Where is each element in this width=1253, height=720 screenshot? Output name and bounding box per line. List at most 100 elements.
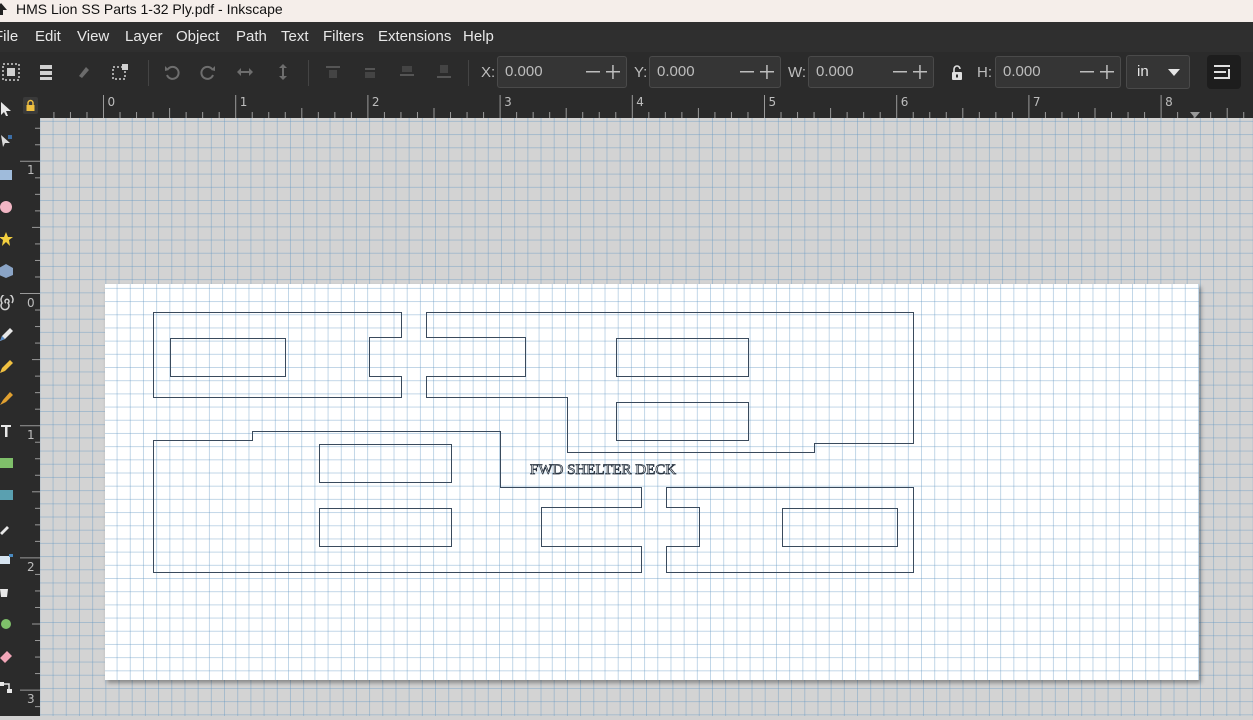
vertical-ruler-ticks bbox=[20, 127, 40, 708]
select-all-icon[interactable] bbox=[1, 62, 21, 82]
menubar: File Edit View Layer Object Path Text Fi… bbox=[0, 22, 1253, 52]
menu-object[interactable]: Object bbox=[176, 28, 219, 45]
rotate-ccw-icon[interactable] bbox=[162, 62, 182, 82]
circle-icon[interactable] bbox=[0, 199, 14, 215]
tool-controls-bar: X: 0.000 Y: 0.000 W: 0.000 H: 0.000 bbox=[0, 52, 1253, 94]
paint-bucket-icon[interactable] bbox=[0, 583, 14, 599]
part-label: FWD SHELTER DECK bbox=[530, 462, 676, 478]
menu-text[interactable]: Text bbox=[281, 28, 309, 45]
lock-icon bbox=[26, 99, 35, 111]
window-titlebar: HMS Lion SS Parts 1-32 Ply.pdf - Inkscap… bbox=[0, 0, 1253, 22]
ruler-label: 5 bbox=[768, 95, 777, 109]
drawing-layer: FWD SHELTER DECK bbox=[153, 312, 914, 573]
unit-value: in bbox=[1137, 63, 1149, 80]
toolbox bbox=[0, 93, 18, 716]
cutout-slot bbox=[616, 402, 749, 441]
horizontal-ruler[interactable] bbox=[40, 93, 1253, 118]
gradient-icon[interactable] bbox=[0, 455, 14, 471]
cutout-slot bbox=[319, 444, 452, 483]
lower-icon[interactable] bbox=[397, 62, 417, 82]
star-icon[interactable] bbox=[0, 231, 14, 247]
node-icon[interactable] bbox=[0, 133, 14, 149]
menu-filters[interactable]: Filters bbox=[323, 28, 364, 45]
toolbar-separator bbox=[468, 60, 469, 86]
w-label: W: bbox=[788, 64, 807, 81]
menu-file[interactable]: File bbox=[0, 28, 18, 45]
deselect-icon[interactable] bbox=[74, 62, 94, 82]
connector-icon[interactable] bbox=[0, 679, 14, 695]
calligraphy-icon[interactable] bbox=[0, 391, 14, 407]
pencil-icon[interactable] bbox=[0, 327, 14, 343]
h-label: H: bbox=[977, 64, 992, 81]
x-spinbox[interactable]: 0.000 bbox=[497, 56, 627, 88]
spiral-icon[interactable] bbox=[0, 295, 14, 311]
minus-icon[interactable] bbox=[891, 63, 909, 81]
tweak-icon[interactable] bbox=[0, 615, 14, 631]
menu-view[interactable]: View bbox=[77, 28, 109, 45]
lock-proportions-icon[interactable] bbox=[947, 63, 967, 83]
flip-vertical-icon[interactable] bbox=[273, 62, 293, 82]
menu-extensions[interactable]: Extensions bbox=[378, 28, 451, 45]
cutout-slot bbox=[782, 508, 898, 547]
h-spinbox[interactable]: 0.000 bbox=[995, 56, 1121, 88]
flip-horizontal-icon[interactable] bbox=[235, 62, 255, 82]
menu-layer[interactable]: Layer bbox=[125, 28, 163, 45]
3d-box-icon[interactable] bbox=[0, 263, 14, 279]
plus-icon[interactable] bbox=[758, 63, 776, 81]
spray-icon[interactable] bbox=[0, 551, 14, 567]
toolbar-separator bbox=[308, 60, 309, 86]
chevron-down-icon bbox=[1168, 69, 1180, 76]
y-value: 0.000 bbox=[657, 63, 695, 80]
w-value: 0.000 bbox=[816, 63, 854, 80]
cutout-slot bbox=[616, 338, 749, 377]
ruler-label: 3 bbox=[504, 95, 512, 109]
raise-to-top-icon[interactable] bbox=[323, 62, 343, 82]
eraser-icon[interactable] bbox=[0, 647, 14, 663]
horizontal-ruler-ticks bbox=[53, 95, 1245, 118]
ruler-label: 0 bbox=[107, 95, 116, 109]
y-label: Y: bbox=[634, 64, 648, 81]
dropper-icon[interactable] bbox=[0, 519, 14, 535]
w-spinbox[interactable]: 0.000 bbox=[808, 56, 934, 88]
x-label: X: bbox=[481, 64, 496, 81]
menu-help[interactable]: Help bbox=[463, 28, 494, 45]
rotate-cw-icon[interactable] bbox=[198, 62, 218, 82]
raise-icon[interactable] bbox=[360, 62, 380, 82]
select-same-icon[interactable] bbox=[110, 62, 130, 82]
plus-icon[interactable] bbox=[911, 63, 929, 81]
pen-icon[interactable] bbox=[0, 359, 14, 375]
ruler-label: 1 bbox=[239, 95, 248, 109]
ruler-label: 4 bbox=[636, 95, 644, 109]
menu-edit[interactable]: Edit bbox=[35, 28, 61, 45]
inkscape-app-icon bbox=[0, 3, 7, 15]
document-page[interactable]: FWD SHELTER DECK bbox=[105, 284, 1199, 680]
text-icon[interactable] bbox=[0, 423, 14, 439]
ruler-label: 3 bbox=[27, 692, 35, 707]
lower-to-bottom-icon[interactable] bbox=[434, 62, 454, 82]
plus-icon[interactable] bbox=[1098, 63, 1116, 81]
part-outline-top-left bbox=[153, 312, 402, 398]
minus-icon[interactable] bbox=[738, 63, 756, 81]
part-outline-bottom-right bbox=[666, 487, 914, 573]
ruler-label: 8 bbox=[1165, 95, 1173, 109]
cutout-slot bbox=[319, 508, 452, 547]
unit-select[interactable]: in bbox=[1126, 55, 1190, 89]
minus-icon[interactable] bbox=[1078, 63, 1096, 81]
minus-icon[interactable] bbox=[584, 63, 602, 81]
snap-controls-button[interactable] bbox=[1207, 55, 1241, 89]
mesh-icon[interactable] bbox=[0, 487, 14, 503]
ruler-label: 6 bbox=[900, 95, 909, 109]
drawing-canvas[interactable]: FWD SHELTER DECK bbox=[40, 118, 1253, 716]
ruler-label: 2 bbox=[371, 95, 380, 109]
plus-icon[interactable] bbox=[604, 63, 622, 81]
y-spinbox[interactable]: 0.000 bbox=[649, 56, 781, 88]
ruler-label: 1 bbox=[27, 163, 35, 178]
selector-icon[interactable] bbox=[0, 101, 14, 117]
vertical-ruler[interactable] bbox=[18, 118, 40, 716]
menu-path[interactable]: Path bbox=[236, 28, 267, 45]
ruler-label: 1 bbox=[27, 427, 35, 442]
select-all-layers-icon[interactable] bbox=[36, 62, 56, 82]
rectangle-icon[interactable] bbox=[0, 167, 14, 183]
guide-lock-button[interactable] bbox=[23, 97, 38, 114]
ruler-label: 0 bbox=[27, 295, 35, 310]
